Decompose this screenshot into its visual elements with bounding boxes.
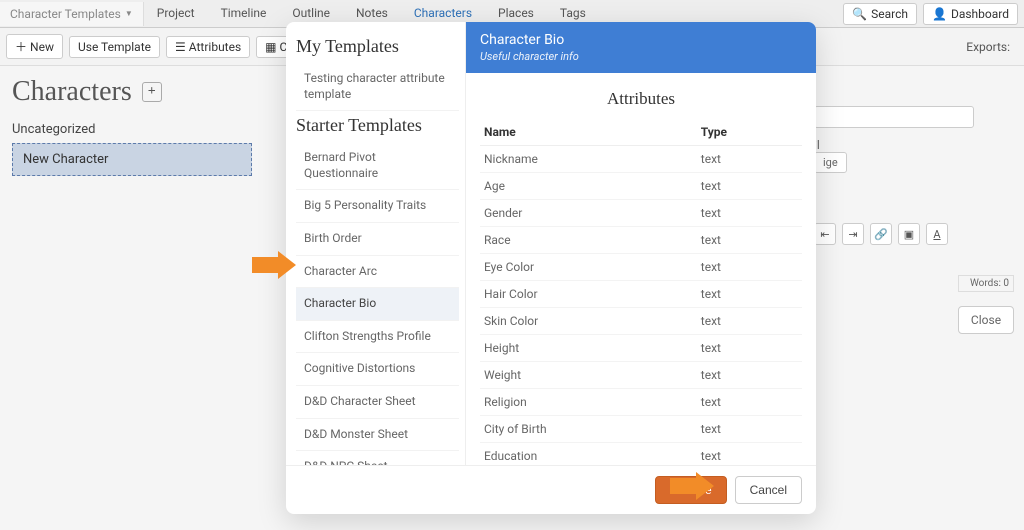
dashboard-button[interactable]: 👤 Dashboard (923, 3, 1018, 25)
attr-name: Gender (480, 200, 697, 227)
new-label: New (30, 40, 54, 54)
attr-name: Hair Color (480, 281, 697, 308)
template-item[interactable]: Character Arc (296, 256, 459, 289)
attr-type: text (697, 416, 802, 443)
attribute-row: Eye Colortext (480, 254, 802, 281)
attr-type: text (697, 254, 802, 281)
attr-type: text (697, 308, 802, 335)
attr-type: text (697, 335, 802, 362)
nav-timeline[interactable]: Timeline (208, 0, 280, 29)
attr-name: Weight (480, 362, 697, 389)
format-toolbar-fragment: ⇤ ⇥ 🔗 ▣ A (814, 223, 1014, 245)
attributes-label: Attributes (189, 40, 241, 54)
word-count: Words: 0 (958, 275, 1014, 292)
attribute-row: City of Birthtext (480, 416, 802, 443)
use-template-button[interactable]: Use Template (69, 36, 160, 58)
template-group-header: Starter Templates (296, 115, 459, 136)
attr-type: text (697, 443, 802, 466)
attributes-heading: Attributes (480, 89, 802, 109)
template-item[interactable]: Big 5 Personality Traits (296, 190, 459, 223)
attr-name: Nickname (480, 146, 697, 173)
attribute-row: Heighttext (480, 335, 802, 362)
attribute-row: Weighttext (480, 362, 802, 389)
attribute-row: Agetext (480, 173, 802, 200)
character-row[interactable]: New Character (12, 143, 252, 176)
page-title: Characters (12, 76, 132, 108)
fragment-ige[interactable]: ige (814, 152, 847, 173)
attribute-row: Nicknametext (480, 146, 802, 173)
template-list: My Templates Testing character attribute … (286, 22, 466, 465)
template-item[interactable]: Character Bio (296, 288, 459, 321)
attr-name: City of Birth (480, 416, 697, 443)
attr-type: text (697, 227, 802, 254)
attribute-row: Skin Colortext (480, 308, 802, 335)
character-name: New Character (23, 152, 108, 167)
modal-footer: Choose Cancel (286, 465, 816, 514)
editor-pane-fragment: il ige ⇤ ⇥ 🔗 ▣ A Words: 0 Close (814, 66, 1014, 334)
template-item[interactable]: D&D Character Sheet (296, 386, 459, 419)
preview-title: Character Bio (480, 32, 802, 48)
plus-icon: ＋ (15, 38, 27, 55)
use-template-label: Use Template (78, 40, 151, 54)
attr-type: text (697, 362, 802, 389)
attribute-row: Hair Colortext (480, 281, 802, 308)
search-icon: 🔍 (852, 7, 867, 21)
indent-right-icon[interactable]: ⇥ (842, 223, 864, 245)
attribute-row: Educationtext (480, 443, 802, 466)
preview-banner: Character Bio Useful character info (466, 22, 816, 73)
attr-name: Height (480, 335, 697, 362)
new-button[interactable]: ＋ New (6, 34, 63, 59)
indent-left-icon[interactable]: ⇤ (814, 223, 836, 245)
template-item[interactable]: Clifton Strengths Profile (296, 321, 459, 354)
template-chooser-modal: My Templates Testing character attribute … (286, 22, 816, 514)
attr-type: text (697, 146, 802, 173)
attribute-row: Racetext (480, 227, 802, 254)
text-color-icon[interactable]: A (926, 223, 948, 245)
template-item[interactable]: Testing character attribute template (296, 63, 459, 111)
template-item[interactable]: Cognitive Distortions (296, 353, 459, 386)
attr-name: Skin Color (480, 308, 697, 335)
image-icon[interactable]: ▣ (898, 223, 920, 245)
template-item[interactable]: D&D NPC Sheet (296, 451, 459, 465)
attr-type: text (697, 281, 802, 308)
close-editor-button[interactable]: Close (958, 306, 1014, 334)
attr-name: Religion (480, 389, 697, 416)
dashboard-label: Dashboard (951, 7, 1009, 21)
template-item[interactable]: D&D Monster Sheet (296, 419, 459, 452)
nav-project[interactable]: Project (144, 0, 208, 29)
grid-icon: ▦ (265, 40, 276, 54)
template-preview: Character Bio Useful character info Attr… (466, 22, 816, 465)
attr-type: text (697, 389, 802, 416)
link-icon[interactable]: 🔗 (870, 223, 892, 245)
templates-dropdown[interactable]: Character Templates ▼ (0, 2, 144, 26)
attribute-row: Religiontext (480, 389, 802, 416)
caret-down-icon: ▼ (125, 9, 133, 18)
col-name: Name (480, 119, 697, 146)
cancel-button[interactable]: Cancel (735, 476, 802, 504)
add-character-button[interactable]: + (142, 82, 162, 102)
list-icon: ☰ (175, 40, 186, 54)
exports-label: Exports: (966, 40, 1018, 54)
attr-name: Age (480, 173, 697, 200)
attributes-table: Name Type NicknametextAgetextGendertextR… (480, 119, 802, 465)
search-button[interactable]: 🔍 Search (843, 3, 917, 25)
attr-name: Education (480, 443, 697, 466)
preview-subtitle: Useful character info (480, 50, 802, 63)
attributes-button[interactable]: ☰ Attributes (166, 36, 250, 58)
attr-name: Race (480, 227, 697, 254)
attr-name: Eye Color (480, 254, 697, 281)
col-type: Type (697, 119, 802, 146)
attr-type: text (697, 173, 802, 200)
search-label: Search (871, 7, 908, 21)
user-icon: 👤 (932, 7, 947, 21)
select-fragment[interactable] (814, 106, 974, 128)
attribute-row: Gendertext (480, 200, 802, 227)
templates-dropdown-label: Character Templates (10, 7, 121, 21)
template-item[interactable]: Bernard Pivot Questionnaire (296, 142, 459, 190)
attr-type: text (697, 200, 802, 227)
template-item[interactable]: Birth Order (296, 223, 459, 256)
template-group-header: My Templates (296, 36, 459, 57)
